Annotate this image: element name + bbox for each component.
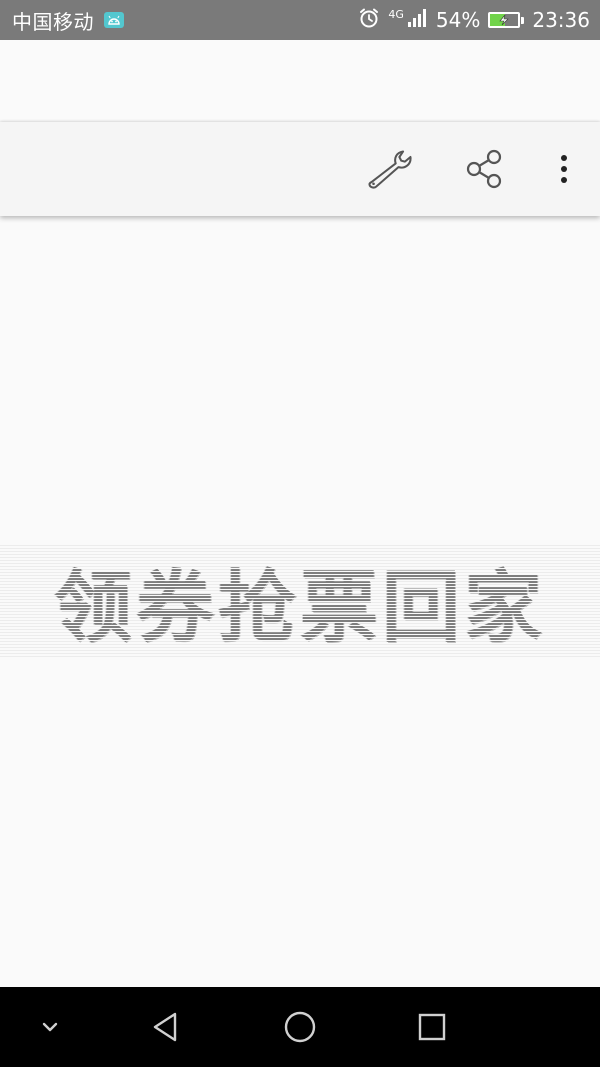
wrench-icon — [368, 150, 412, 189]
more-options-button[interactable] — [540, 145, 588, 193]
back-icon — [153, 1012, 177, 1042]
more-vert-icon — [561, 155, 567, 183]
home-button[interactable] — [278, 1005, 322, 1049]
collapse-icon — [42, 1022, 58, 1032]
alarm-icon — [358, 7, 380, 34]
back-button[interactable] — [144, 1005, 188, 1049]
banner-text: 领券抢票回家 — [53, 563, 546, 653]
network-type: 4G — [388, 7, 404, 21]
battery-body — [488, 12, 521, 28]
android-icon — [104, 12, 124, 28]
status-left: 中国移动 — [12, 6, 124, 35]
navigation-bar — [0, 987, 600, 1067]
status-bar: 中国移动 4G 54% 23:36 — [0, 0, 600, 40]
signal-icon — [406, 7, 428, 34]
battery-charging-icon — [488, 12, 525, 28]
carrier-name: 中国移动 — [12, 9, 94, 34]
share-button[interactable] — [460, 145, 508, 193]
recents-button[interactable] — [410, 1005, 454, 1049]
home-icon — [284, 1011, 316, 1043]
recents-icon — [418, 1013, 446, 1041]
clock-time: 23:36 — [532, 8, 590, 32]
battery-cap — [521, 16, 525, 24]
promo-banner[interactable]: 领券抢票回家 — [0, 545, 600, 657]
app-toolbar — [0, 122, 600, 216]
status-right: 4G 54% 23:36 — [358, 7, 590, 34]
share-icon — [466, 149, 502, 189]
app-screen: 中国移动 4G 54% 23:36 领券抢票回家 — [0, 0, 600, 1067]
settings-button[interactable] — [368, 145, 416, 193]
battery-percent: 54% — [435, 8, 481, 32]
collapse-button[interactable] — [28, 1005, 72, 1049]
